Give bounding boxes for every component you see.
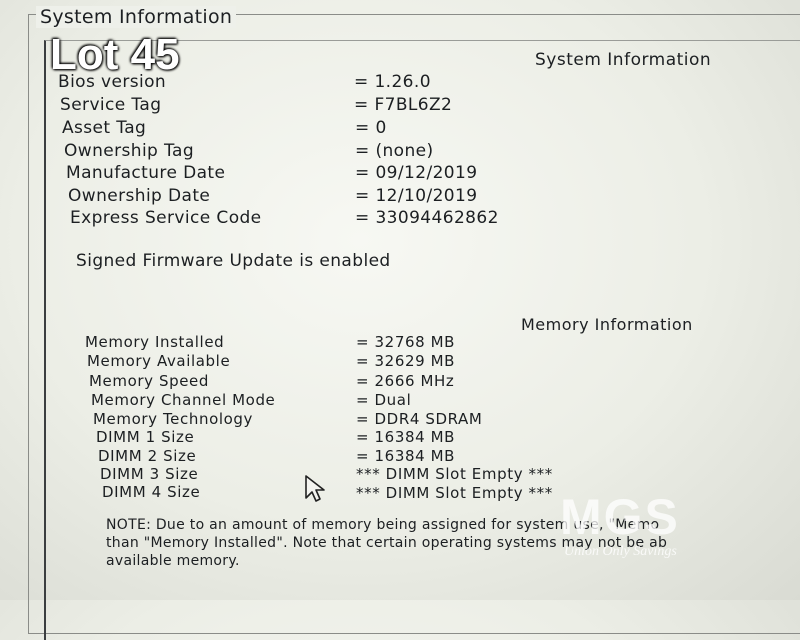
row-ownership-date: Ownership Date — [68, 186, 211, 206]
row-memory-speed-value: = 2666 MHz — [356, 372, 455, 390]
mouse-pointer-icon — [304, 474, 330, 508]
row-asset-tag-value: = 0 — [355, 118, 387, 138]
row-manufacture-date-value: = 09/12/2019 — [355, 163, 478, 183]
row-ownership-tag: Ownership Tag — [64, 141, 195, 161]
row-memory-installed: Memory Installed — [85, 333, 225, 351]
row-memory-technology: Memory Technology — [93, 410, 253, 428]
row-memory-speed: Memory Speed — [89, 372, 209, 390]
row-memory-channel-mode-value: = Dual — [356, 391, 412, 409]
row-service-tag: Service Tag — [60, 95, 162, 115]
row-express-service-code: Express Service Code — [70, 208, 262, 228]
lot-label-overlay: Lot 45 — [50, 30, 180, 79]
memory-info-title: Memory Information — [521, 315, 693, 334]
row-dimm4-size-value: *** DIMM Slot Empty *** — [356, 484, 553, 502]
row-dimm3-size: DIMM 3 Size — [100, 465, 199, 483]
watermark-logo: MGS — [560, 489, 680, 545]
watermark-tagline: Union Only Savings — [564, 544, 677, 559]
note-line-2: than "Memory Installed". Note that certa… — [106, 535, 668, 551]
row-memory-available-value: = 32629 MB — [356, 352, 456, 370]
row-asset-tag: Asset Tag — [62, 118, 147, 138]
row-ownership-tag-value: = (none) — [355, 141, 434, 161]
system-info-title: System Information — [535, 50, 712, 70]
row-dimm2-size-value: = 16384 MB — [356, 447, 456, 465]
row-dimm1-size-value: = 16384 MB — [356, 428, 456, 446]
row-bios-version-value: = 1.26.0 — [354, 72, 431, 92]
memory-note: NOTE: Due to an amount of memory being a… — [106, 516, 800, 570]
row-service-tag-value: = F7BL6Z2 — [354, 95, 453, 115]
row-memory-technology-value: = DDR4 SDRAM — [356, 410, 483, 428]
row-memory-channel-mode: Memory Channel Mode — [91, 391, 276, 409]
firmware-status: Signed Firmware Update is enabled — [76, 251, 391, 271]
group-title: System Information — [36, 6, 237, 28]
row-ownership-date-value: = 12/10/2019 — [355, 186, 478, 206]
row-express-service-code-value: = 33094462862 — [355, 208, 499, 228]
row-memory-installed-value: = 32768 MB — [356, 333, 456, 351]
note-line-1: NOTE: Due to an amount of memory being a… — [106, 517, 660, 533]
row-memory-available: Memory Available — [87, 352, 231, 370]
note-line-3: available memory. — [106, 553, 240, 569]
row-manufacture-date: Manufacture Date — [66, 163, 226, 183]
row-dimm4-size: DIMM 4 Size — [102, 483, 201, 501]
row-dimm2-size: DIMM 2 Size — [98, 447, 197, 465]
row-dimm1-size: DIMM 1 Size — [96, 428, 195, 446]
row-dimm3-size-value: *** DIMM Slot Empty *** — [356, 465, 553, 483]
